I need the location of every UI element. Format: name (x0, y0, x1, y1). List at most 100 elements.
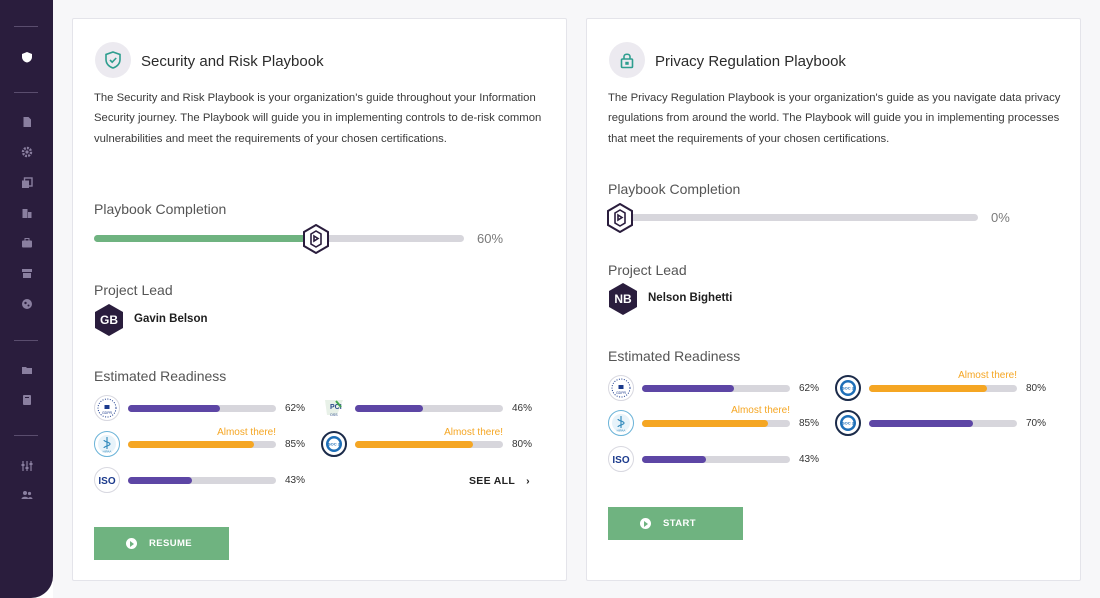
gdpr-badge-icon: GDPR (94, 395, 120, 421)
play-icon (640, 518, 651, 529)
svg-text:HIPAA: HIPAA (103, 450, 112, 454)
svg-text:SOC 2: SOC 2 (328, 442, 341, 447)
readiness-percent: 62% (799, 383, 820, 394)
sidebar (0, 0, 53, 598)
readiness-fill (128, 477, 192, 484)
resume-button[interactable]: RESUME (94, 527, 229, 560)
shield-check-icon (95, 42, 131, 78)
avatar-initials: GB (100, 313, 118, 327)
sidebar-divider (14, 340, 38, 341)
start-button-label: START (663, 518, 696, 529)
avatar: NB (608, 283, 638, 315)
shield-icon[interactable] (21, 51, 33, 63)
almost-there-note: Almost there! (217, 427, 276, 438)
see-all-label: SEE ALL (469, 475, 515, 487)
globe-icon[interactable] (21, 298, 33, 310)
svg-text:DSS: DSS (330, 413, 338, 417)
main-content: Security and Risk Playbook The Security … (53, 0, 1100, 598)
readiness-fill (869, 385, 988, 392)
readiness-fill (642, 385, 734, 392)
completion-label: Playbook Completion (94, 201, 227, 217)
readiness-percent: 85% (285, 439, 306, 450)
svg-text:GDPR: GDPR (616, 391, 627, 395)
completion-progress-bar (94, 224, 464, 254)
almost-there-note: Almost there! (958, 370, 1017, 381)
document-icon[interactable] (21, 116, 33, 128)
card-description: The Privacy Regulation Playbook is your … (608, 92, 1061, 145)
hipaa-badge-icon: HIPAA (94, 431, 120, 457)
almost-there-note: Almost there! (444, 427, 503, 438)
completion-progress-bar (607, 203, 978, 233)
completion-percent: 60% (477, 231, 504, 246)
card-description: The Security and Risk Playbook is your o… (94, 92, 542, 145)
project-lead-name: Nelson Bighetti (648, 292, 733, 304)
readiness-bar-iso (642, 456, 790, 463)
sidebar-divider (14, 26, 38, 27)
soc2-badge-icon: SOC 2 (835, 375, 861, 401)
sidebar-divider (14, 92, 38, 93)
play-icon (126, 538, 137, 549)
resume-button-label: RESUME (149, 538, 193, 549)
briefcase-icon[interactable] (21, 237, 33, 249)
soc2-badge-icon: SOC 2 (321, 431, 347, 457)
readiness-bar-hipaa (642, 420, 790, 427)
gear-icon[interactable] (21, 146, 33, 158)
svg-text:HIPAA: HIPAA (617, 429, 626, 433)
readiness-percent: 46% (512, 403, 533, 414)
sidebar-divider (14, 435, 38, 436)
security-playbook-card: Security and Risk Playbook The Security … (72, 18, 567, 581)
completion-label: Playbook Completion (608, 181, 741, 197)
svg-text:SOC 2: SOC 2 (842, 421, 855, 426)
readiness-bar-soc2 (355, 441, 503, 448)
folder-icon[interactable] (21, 364, 33, 376)
readiness-percent: 80% (512, 439, 533, 450)
lock-icon (609, 42, 645, 78)
readiness-bar-gdpr (642, 385, 790, 392)
readiness-bar-hipaa (128, 441, 276, 448)
iso-badge-icon: ISO (608, 446, 634, 472)
completion-progress-fill (94, 235, 316, 242)
readiness-percent: 43% (285, 475, 306, 486)
gdpr-badge-icon: GDPR (608, 375, 634, 401)
completion-percent: 0% (991, 210, 1010, 225)
svg-text:ISO: ISO (98, 476, 115, 487)
almost-there-note: Almost there! (731, 405, 790, 416)
readiness-fill (869, 420, 973, 427)
readiness-bar-soc2 (869, 420, 1017, 427)
card-title: Privacy Regulation Playbook (655, 53, 846, 70)
readiness-fill (642, 420, 768, 427)
see-all-link[interactable]: SEE ALL › (469, 475, 530, 487)
hipaa-badge-icon: HIPAA (608, 410, 634, 436)
soc2-badge-icon: SOC 2 (835, 410, 861, 436)
copy-icon[interactable] (21, 177, 33, 189)
readiness-label: Estimated Readiness (608, 348, 741, 364)
readiness-percent: 70% (1026, 418, 1047, 429)
readiness-percent: 43% (799, 454, 820, 465)
svg-text:GDPR: GDPR (102, 411, 113, 415)
progress-marker-icon (303, 224, 329, 254)
readiness-bar-soc2 (869, 385, 1017, 392)
store-icon[interactable] (21, 267, 33, 279)
privacy-playbook-card: Privacy Regulation Playbook The Privacy … (586, 18, 1081, 581)
start-button[interactable]: START (608, 507, 743, 540)
svg-text:SOC 2: SOC 2 (842, 386, 855, 391)
readiness-fill (128, 441, 254, 448)
book-icon[interactable] (21, 394, 33, 406)
readiness-percent: 85% (799, 418, 820, 429)
readiness-bar-gdpr (128, 405, 276, 412)
readiness-fill (355, 441, 474, 448)
card-title: Security and Risk Playbook (141, 53, 324, 70)
readiness-fill (642, 456, 706, 463)
progress-marker-icon (607, 203, 633, 233)
iso-badge-icon: ISO (94, 467, 120, 493)
readiness-bar-iso (128, 477, 276, 484)
users-icon[interactable] (21, 489, 33, 501)
svg-text:ISO: ISO (612, 455, 629, 466)
building-icon[interactable] (21, 207, 33, 219)
readiness-percent: 80% (1026, 383, 1047, 394)
sliders-icon[interactable] (21, 460, 33, 472)
readiness-fill (355, 405, 424, 412)
avatar: GB (94, 304, 124, 336)
chevron-right-icon: › (526, 475, 530, 487)
avatar-initials: NB (614, 292, 632, 306)
